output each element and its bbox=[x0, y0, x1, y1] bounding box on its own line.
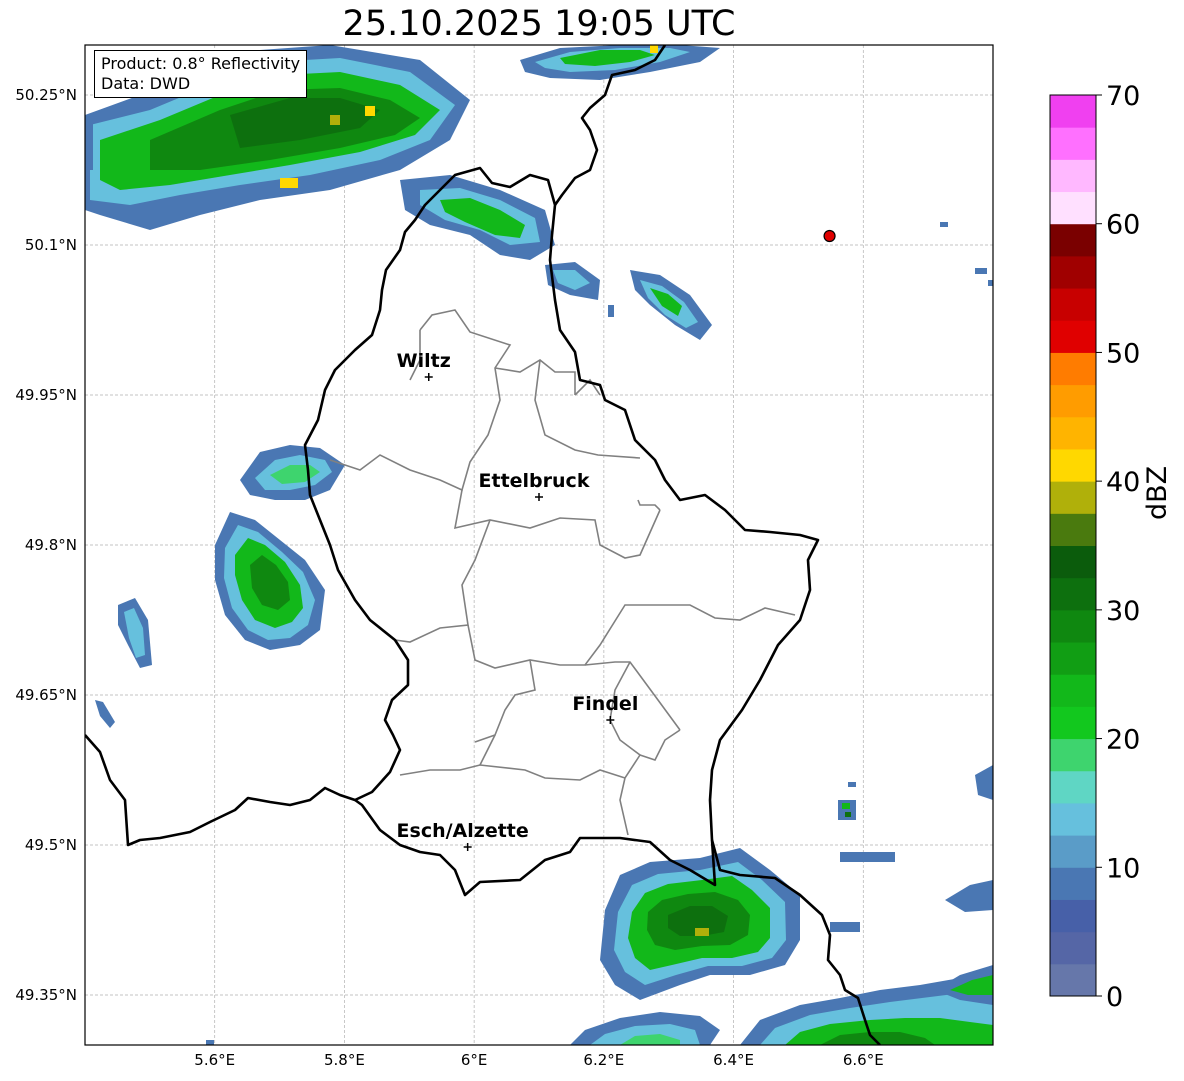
product-label: Product: 0.8° Reflectivity bbox=[101, 54, 301, 73]
colorbar-segment bbox=[1050, 706, 1096, 740]
colorbar-segment bbox=[1050, 223, 1096, 257]
colorbar-segment bbox=[1050, 609, 1096, 643]
colorbar-tick-label: 20 bbox=[1106, 725, 1140, 756]
colorbar-tick-label: 30 bbox=[1106, 596, 1140, 627]
city-label: Ettelbruck bbox=[479, 470, 590, 492]
colorbar-segment bbox=[1050, 674, 1096, 707]
colorbar-segment bbox=[1050, 159, 1096, 193]
product-info-box: Product: 0.8° Reflectivity Data: DWD bbox=[94, 50, 308, 98]
colorbar-segment bbox=[1050, 481, 1096, 514]
colorbar-segment bbox=[1050, 867, 1096, 900]
city-marker: Findel bbox=[572, 693, 638, 724]
lat-tick-label: 49.8°N bbox=[25, 536, 77, 554]
colorbar-segment bbox=[1050, 770, 1096, 804]
colorbar: 0 10 20 30 40 50 60 70 bbox=[1049, 81, 1140, 1013]
lon-tick-label: 6.6°E bbox=[843, 1051, 884, 1069]
colorbar-tick-label: 70 bbox=[1106, 81, 1140, 112]
canton-borders bbox=[329, 309, 796, 836]
colorbar-segment bbox=[1050, 963, 1096, 997]
colorbar-segment bbox=[1050, 642, 1096, 675]
colorbar-tick-label: 0 bbox=[1106, 982, 1123, 1013]
france-belgium-border bbox=[85, 734, 356, 847]
lat-tick-label: 49.35°N bbox=[15, 986, 77, 1004]
city-markers: Wiltz Ettelbruck Findel Esch/Alzette bbox=[397, 350, 638, 851]
lat-tick-label: 49.65°N bbox=[15, 686, 77, 704]
lon-tick-label: 6.2°E bbox=[583, 1051, 624, 1069]
colorbar-segment bbox=[1050, 95, 1096, 128]
colorbar-segment bbox=[1050, 513, 1096, 546]
colorbar-tick-label: 50 bbox=[1106, 338, 1140, 369]
colorbar-segment bbox=[1050, 416, 1096, 450]
lat-tick-label: 49.5°N bbox=[25, 836, 77, 854]
colorbar-segment bbox=[1050, 191, 1096, 225]
colorbar-segment bbox=[1050, 738, 1096, 772]
echo-cluster-west bbox=[95, 445, 345, 728]
colorbar-segment bbox=[1050, 802, 1096, 836]
radar-map-figure: 5.6°E 5.8°E 6°E 6.2°E 6.4°E 6.6°E 50.25°N 50.1… bbox=[15, 44, 1140, 1069]
lon-tick-label: 6.4°E bbox=[713, 1051, 754, 1069]
colorbar-segment bbox=[1050, 448, 1096, 482]
colorbar-segment bbox=[1050, 288, 1096, 321]
colorbar-segment bbox=[1050, 352, 1096, 386]
colorbar-segment bbox=[1050, 384, 1096, 418]
latitude-ticks: 50.25°N 50.1°N 49.95°N 49.8°N 49.65°N 49.5°N 4… bbox=[15, 86, 77, 1004]
colorbar-segment bbox=[1050, 255, 1096, 289]
radar-site-marker bbox=[823, 229, 836, 243]
longitude-ticks: 5.6°E 5.8°E 6°E 6.2°E 6.4°E 6.6°E bbox=[194, 1051, 883, 1069]
lat-tick-label: 50.25°N bbox=[15, 86, 77, 104]
colorbar-tick-label: 40 bbox=[1106, 467, 1140, 498]
data-source-label: Data: DWD bbox=[101, 74, 191, 93]
colorbar-segment bbox=[1050, 545, 1096, 579]
colorbar-segment bbox=[1050, 320, 1096, 353]
colorbar-segment bbox=[1050, 127, 1096, 160]
lon-tick-label: 5.6°E bbox=[194, 1051, 235, 1069]
city-marker: Esch/Alzette bbox=[397, 820, 529, 851]
colorbar-tick-label: 60 bbox=[1106, 210, 1140, 241]
lat-tick-label: 50.1°N bbox=[25, 236, 77, 254]
city-label: Esch/Alzette bbox=[397, 820, 529, 842]
city-marker: Wiltz bbox=[397, 350, 451, 381]
city-marker: Ettelbruck bbox=[479, 470, 590, 501]
colorbar-segment bbox=[1050, 899, 1096, 933]
echo-cluster-south bbox=[206, 765, 993, 1045]
lon-tick-label: 6°E bbox=[461, 1051, 488, 1069]
lat-tick-label: 49.95°N bbox=[15, 386, 77, 404]
lon-tick-label: 5.8°E bbox=[324, 1051, 365, 1069]
colorbar-unit-label: dBZ bbox=[1142, 465, 1173, 520]
colorbar-segment bbox=[1050, 577, 1096, 611]
colorbar-segment bbox=[1050, 835, 1096, 868]
colorbar-segment bbox=[1050, 931, 1096, 965]
city-label: Wiltz bbox=[397, 350, 451, 372]
city-label: Findel bbox=[572, 693, 638, 715]
colorbar-tick-label: 10 bbox=[1106, 853, 1140, 884]
